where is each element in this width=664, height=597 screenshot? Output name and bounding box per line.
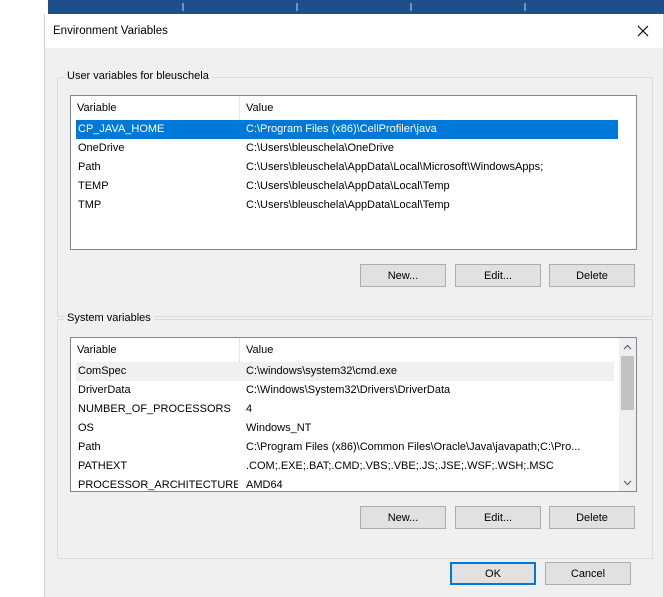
table-row[interactable]: NUMBER_OF_PROCESSORS 4 [76, 400, 614, 419]
table-row[interactable]: OneDrive C:\Users\bleuschela\OneDrive [76, 139, 618, 158]
variable-value-cell: C:\Users\bleuschela\AppData\Local\Temp [246, 199, 450, 211]
variable-value-cell: C:\Users\bleuschela\AppData\Local\Temp [246, 180, 450, 192]
table-row[interactable]: TMP C:\Users\bleuschela\AppData\Local\Tem… [76, 196, 618, 215]
table-row[interactable]: Path C:\Users\bleuschela\AppData\Local\Mi… [76, 158, 618, 177]
scroll-up-button[interactable] [619, 338, 636, 355]
close-button[interactable] [623, 14, 663, 48]
variable-name-cell: TEMP [78, 180, 109, 192]
close-icon [637, 25, 649, 37]
ok-button[interactable]: OK [450, 562, 536, 585]
system-list-scrollbar[interactable] [619, 338, 636, 491]
table-row[interactable]: TEMP C:\Users\bleuschela\AppData\Local\Te… [76, 177, 618, 196]
system-list-header: Variable Value [71, 338, 636, 362]
scroll-thumb[interactable] [621, 356, 634, 410]
variable-name-cell: ComSpec [78, 365, 127, 377]
variable-value-cell: AMD64 [246, 479, 283, 491]
background-mark [296, 3, 298, 11]
variable-name-cell: PATHEXT [78, 460, 128, 472]
background-mark [410, 3, 412, 11]
cancel-button[interactable]: Cancel [545, 562, 631, 585]
variable-value-cell: C:\Users\bleuschela\OneDrive [246, 142, 394, 154]
system-variables-label: System variables [64, 312, 154, 324]
user-variables-list[interactable]: Variable Value CP_JAVA_HOME C:\Program Fi… [70, 95, 637, 250]
background-mark [182, 3, 184, 11]
user-new-button[interactable]: New... [360, 264, 446, 287]
scroll-down-button[interactable] [619, 474, 636, 491]
table-row[interactable]: PROCESSOR_ARCHITECTURE AMD64 [76, 476, 614, 491]
variable-name-cell: OS [78, 422, 94, 434]
variable-value-cell: Windows_NT [246, 422, 312, 434]
table-row[interactable]: DriverData C:\Windows\System32\Drivers\Dr… [76, 381, 614, 400]
system-new-button[interactable]: New... [360, 506, 446, 529]
user-list-header: Variable Value [71, 96, 636, 120]
variable-name-cell: OneDrive [78, 142, 125, 154]
column-header-value[interactable]: Value [239, 96, 636, 120]
variable-name-cell: TMP [78, 199, 102, 211]
variable-name-cell: Path [78, 441, 101, 453]
table-row[interactable]: Path C:\Program Files (x86)\Common Files\… [76, 438, 614, 457]
variable-value-cell: C:\windows\system32\cmd.exe [246, 365, 397, 377]
variable-value-cell: C:\Program Files (x86)\CellProfiler\java [246, 123, 437, 135]
system-edit-button[interactable]: Edit... [455, 506, 541, 529]
variable-value-cell: C:\Program Files (x86)\Common Files\Orac… [246, 441, 581, 453]
table-row[interactable]: OS Windows_NT [76, 419, 614, 438]
variable-value-cell: 4 [246, 403, 253, 415]
environment-variables-dialog: Environment Variables User variables for… [44, 14, 664, 597]
variable-value-cell: C:\Windows\System32\Drivers\DriverData [246, 384, 451, 396]
user-edit-button[interactable]: Edit... [455, 264, 541, 287]
chevron-down-icon [623, 480, 632, 485]
column-header-variable[interactable]: Variable [71, 96, 239, 120]
user-delete-button[interactable]: Delete [549, 264, 635, 287]
variable-name-cell: CP_JAVA_HOME [78, 123, 165, 135]
variable-value-cell: C:\Users\bleuschela\AppData\Local\Micros… [246, 161, 544, 173]
screen: Environment Variables User variables for… [0, 0, 664, 597]
dialog-title: Environment Variables [53, 25, 168, 37]
table-row[interactable]: PATHEXT .COM;.EXE;.BAT;.CMD;.VBS;.VBE;.JS… [76, 457, 614, 476]
column-header-variable[interactable]: Variable [71, 338, 239, 362]
system-delete-button[interactable]: Delete [549, 506, 635, 529]
variable-name-cell: DriverData [78, 384, 131, 396]
variable-name-cell: PROCESSOR_ARCHITECTURE [78, 479, 238, 491]
table-row[interactable]: ComSpec C:\windows\system32\cmd.exe [76, 362, 614, 381]
variable-name-cell: NUMBER_OF_PROCESSORS [78, 403, 231, 415]
column-header-value[interactable]: Value [239, 338, 619, 362]
variable-value-cell: .COM;.EXE;.BAT;.CMD;.VBS;.VBE;.JS;.JSE;.… [246, 460, 554, 472]
background-mark [524, 3, 526, 11]
title-bar: Environment Variables [45, 14, 663, 48]
variable-name-cell: Path [78, 161, 101, 173]
chevron-up-icon [623, 344, 632, 349]
background-window-strip [48, 0, 664, 15]
system-variables-list[interactable]: Variable Value ComSpec C:\windows\system3… [70, 337, 637, 492]
table-row[interactable]: CP_JAVA_HOME C:\Program Files (x86)\CellP… [76, 120, 618, 139]
user-variables-label: User variables for bleuschela [64, 70, 212, 82]
